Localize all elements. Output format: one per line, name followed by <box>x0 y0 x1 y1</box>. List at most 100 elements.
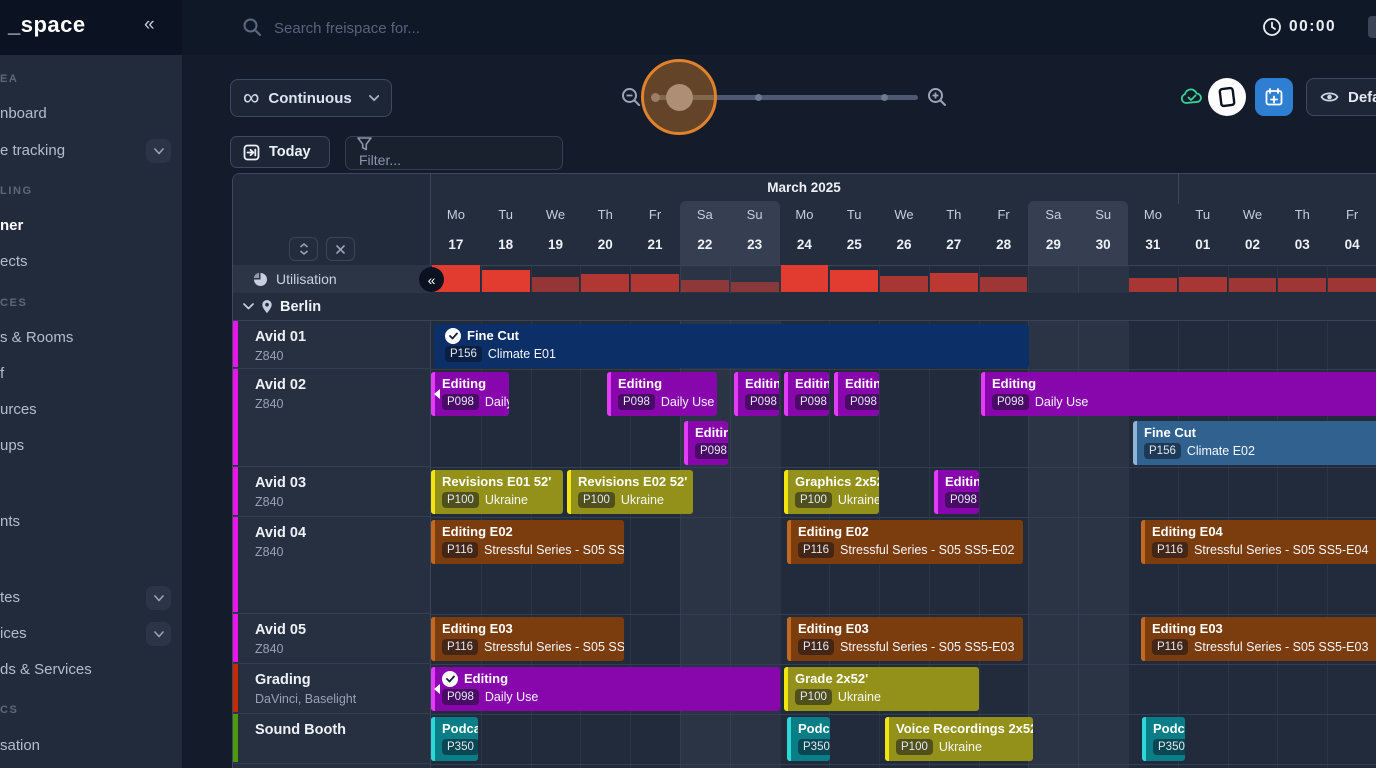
block-description: Ukraine <box>621 493 664 507</box>
schedule-block[interactable]: EditingP098Daily Use <box>431 372 509 416</box>
day-number-label: 30 <box>1078 236 1128 254</box>
sidebar-item[interactable]: ds & Services <box>0 661 92 678</box>
sidebar-item[interactable]: ner <box>0 217 23 234</box>
utilisation-bar <box>482 270 530 292</box>
utilisation-bar <box>880 276 928 292</box>
cloud-sync-icon <box>1180 87 1204 107</box>
day-of-week-label: We <box>1228 206 1278 224</box>
schedule-block[interactable]: Revisions E02 52'P100Ukraine <box>567 470 693 514</box>
sidebar-item[interactable]: tes <box>0 589 20 606</box>
schedule-block[interactable]: PodcastP350 <box>1142 717 1185 761</box>
zoom-out-icon[interactable] <box>620 86 642 108</box>
block-start-edge <box>981 372 985 416</box>
block-title-row: Graphics 2x52' <box>795 473 873 490</box>
calendar-plus-icon <box>1264 87 1284 107</box>
day-of-week-label: We <box>531 206 581 224</box>
project-code-badge: P156 <box>1144 443 1181 459</box>
zoom-slider-handle[interactable] <box>666 84 693 111</box>
day-column-header: Fr21 <box>630 204 680 264</box>
resource-row-label[interactable]: Avid 04Z840 <box>233 517 431 614</box>
zoom-in-icon[interactable] <box>926 86 948 108</box>
sidebar-item[interactable]: ices <box>0 625 27 642</box>
schedule-block[interactable]: EditingP098Daily Use <box>981 372 1376 416</box>
resource-row-label[interactable]: Avid 03Z840 <box>233 467 431 517</box>
filter-input[interactable] <box>357 151 542 169</box>
project-code-badge: P116 <box>1152 639 1188 655</box>
sidebar-item[interactable]: ups <box>0 437 24 454</box>
schedule-block[interactable]: Revisions E01 52'P100Ukraine <box>431 470 563 514</box>
calendar-add-button[interactable] <box>1255 78 1293 116</box>
resource-row-label[interactable]: GradingDaVinci, Baselight <box>233 664 431 714</box>
utilisation-bar <box>1179 277 1227 292</box>
display-mode-button[interactable] <box>1208 78 1246 116</box>
jump-to-today-icon <box>243 144 260 161</box>
sidebar-item[interactable]: f <box>0 365 4 382</box>
sidebar-item[interactable]: urces <box>0 401 37 418</box>
schedule-block[interactable]: Fine CutP156Climate E01 <box>434 324 1029 368</box>
schedule-block[interactable]: Voice Recordings 2x52'P100Ukraine <box>885 717 1033 761</box>
schedule-block[interactable]: EditingP098 <box>734 372 779 416</box>
sidebar-item[interactable]: e tracking <box>0 142 65 159</box>
saved-view-label: Defa <box>1348 89 1376 106</box>
resource-row-label[interactable]: Avid 01Z840 <box>233 321 431 369</box>
block-start-edge <box>567 470 571 514</box>
day-number-label: 17 <box>431 236 481 254</box>
schedule-block[interactable]: Editing E02P116Stressful Series - S05 SS… <box>787 520 1023 564</box>
block-title: Editing E03 <box>442 620 513 637</box>
schedule-block[interactable]: EditingP098 <box>834 372 879 416</box>
chevron-down-button[interactable] <box>146 586 171 610</box>
saved-view-button[interactable]: Defa <box>1306 78 1376 116</box>
search-input[interactable] <box>272 14 696 42</box>
sidebar-item[interactable]: nts <box>0 513 20 530</box>
resource-row-label[interactable]: Sound Booth <box>233 714 431 764</box>
sidebar-item[interactable]: nboard <box>0 105 47 122</box>
clear-selection-button[interactable] <box>326 237 355 261</box>
schedule-block[interactable]: Fine CutP156Climate E02 <box>1133 421 1376 465</box>
block-detail-row: P098 <box>945 492 973 508</box>
schedule-block[interactable]: Editing E03P116Stressful Series - S05 SS… <box>1141 617 1376 661</box>
day-column-header: Th03 <box>1277 204 1327 264</box>
filter-field[interactable] <box>345 136 563 170</box>
resource-row-label[interactable]: Avid 02Z840 <box>233 369 431 467</box>
schedule-block[interactable]: Grade 2x52'P100Ukraine <box>784 667 979 711</box>
schedule-block[interactable]: Editing E03P116Stressful Series - S05 SS… <box>431 617 624 661</box>
resource-subtitle: Z840 <box>255 349 284 363</box>
schedule-block[interactable]: EditingP098Daily Use <box>607 372 717 416</box>
utilisation-bar <box>1328 278 1376 292</box>
block-title-row: Fine Cut <box>445 327 1023 344</box>
schedule-block[interactable]: Editing E03P116Stressful Series - S05 SS… <box>787 617 1023 661</box>
schedule-block[interactable]: Graphics 2x52'P100Ukraine <box>784 470 879 514</box>
chevron-down-button[interactable] <box>146 622 171 646</box>
schedule-block[interactable]: EditingP098Daily Use <box>431 667 780 711</box>
block-start-edge <box>1133 421 1137 465</box>
resource-row-label[interactable]: Avid 05Z840 <box>233 614 431 664</box>
block-title-row: Grade 2x52' <box>795 670 973 687</box>
view-mode-button[interactable]: ∞ Continuous <box>230 79 392 117</box>
continues-left-icon <box>434 684 440 694</box>
sidebar-section-label: EA <box>0 73 18 85</box>
chevron-down-icon <box>154 595 164 602</box>
chevron-down-button[interactable] <box>146 139 171 163</box>
schedule-block[interactable]: Editing E02P116Stressful Series - S05 SS… <box>431 520 624 564</box>
schedule-block[interactable]: EditingP098 <box>784 372 829 416</box>
sidebar-item[interactable]: ects <box>0 253 28 270</box>
day-of-week-label: Sa <box>1028 206 1078 224</box>
schedule-block[interactable]: PodcastP350 <box>787 717 830 761</box>
sidebar-item[interactable]: sation <box>0 737 40 754</box>
schedule-block[interactable]: EditingP098 <box>684 421 728 465</box>
today-button[interactable]: Today <box>230 136 330 168</box>
schedule-block[interactable]: PodcastP350 <box>431 717 478 761</box>
sidebar: _space « EAnboarde trackingLINGnerectsCE… <box>0 0 182 768</box>
block-start-edge <box>1142 717 1146 761</box>
collapse-panel-button[interactable]: « <box>419 267 444 292</box>
group-row-berlin[interactable]: Berlin <box>233 293 1376 321</box>
schedule-block[interactable]: EditingP098 <box>934 470 979 514</box>
utilisation-bar <box>980 277 1028 292</box>
resource-name: Avid 04 <box>255 525 306 541</box>
device-frame-icon <box>1216 85 1239 109</box>
block-title-row: Editing <box>695 424 722 441</box>
block-title: Fine Cut <box>1144 424 1196 441</box>
schedule-block[interactable]: Editing E04P116Stressful Series - S05 SS… <box>1141 520 1376 564</box>
sort-rows-button[interactable] <box>289 237 318 261</box>
sidebar-item[interactable]: s & Rooms <box>0 329 73 346</box>
